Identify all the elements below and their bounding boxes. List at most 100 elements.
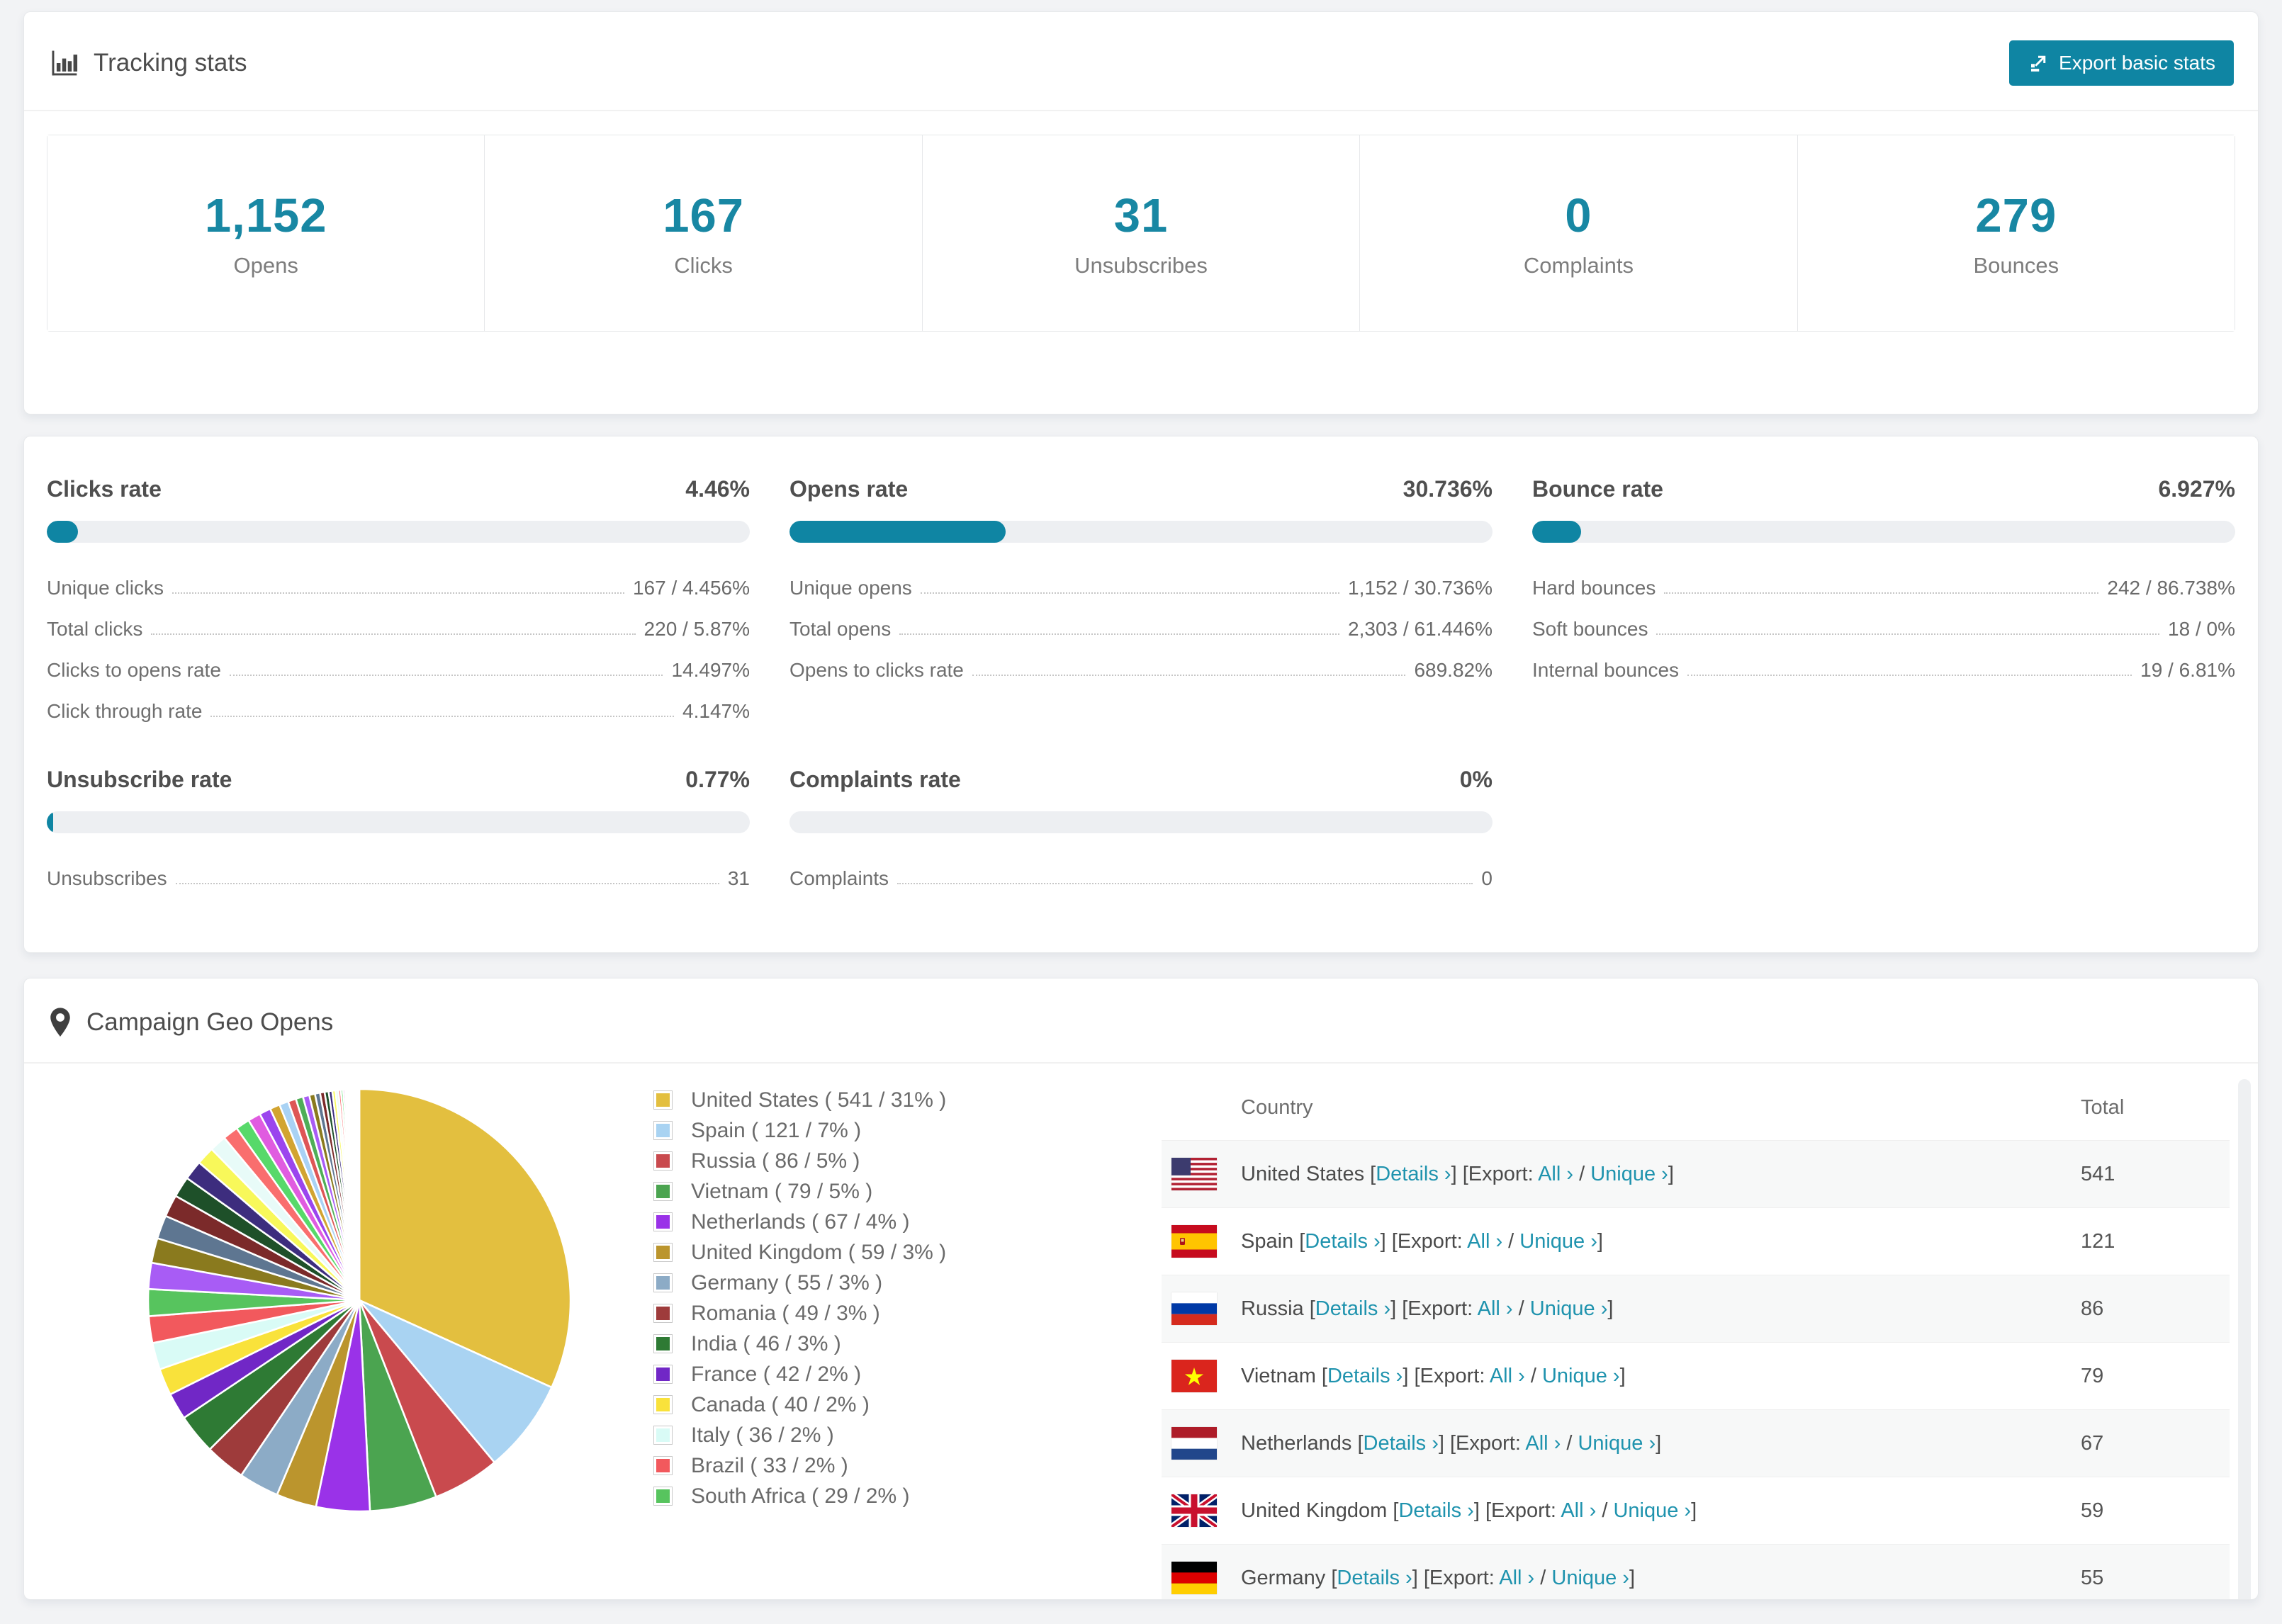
stat-value-opens: 1,152: [204, 188, 327, 242]
country-column-header: Country: [1241, 1095, 1313, 1119]
legend-item-germany[interactable]: Germany ( 55 / 3% ): [653, 1268, 1094, 1298]
country-cell: Netherlands [Details ›] [Export: All › /…: [1241, 1431, 1662, 1455]
progress-bar-complaints-rate: [789, 811, 1493, 833]
es-flag-icon: [1171, 1225, 1217, 1258]
progress-fill: [47, 521, 79, 543]
rate-value: 4.46%: [685, 476, 750, 502]
legend-item-netherlands[interactable]: Netherlands ( 67 / 4% ): [653, 1207, 1094, 1237]
us-flag-icon: [1171, 1158, 1217, 1190]
export-unique-link[interactable]: Unique ›: [1542, 1365, 1620, 1387]
table-row-united-kingdom: United Kingdom [Details ›] [Export: All …: [1162, 1477, 2230, 1544]
legend-label: Netherlands ( 67 / 4% ): [691, 1209, 910, 1234]
export-unique-link[interactable]: Unique ›: [1613, 1499, 1691, 1522]
de-flag-icon: [1171, 1562, 1217, 1594]
country-cell: Russia [Details ›] [Export: All › / Uniq…: [1241, 1297, 1614, 1320]
progress-fill: [789, 521, 1006, 543]
details-link[interactable]: Details ›: [1327, 1365, 1403, 1387]
export-all-link[interactable]: All ›: [1561, 1499, 1596, 1522]
progress-bar-unsubscribe-rate: [47, 811, 750, 833]
metric-value: 2,303 / 61.446%: [1348, 618, 1493, 640]
legend-item-india[interactable]: India ( 46 / 3% ): [653, 1329, 1094, 1359]
nl-flag-icon: [1171, 1427, 1217, 1460]
progress-bar-clicks-rate: [47, 521, 750, 543]
legend-item-france[interactable]: France ( 42 / 2% ): [653, 1359, 1094, 1389]
legend-item-brazil[interactable]: Brazil ( 33 / 2% ): [653, 1450, 1094, 1481]
export-all-link[interactable]: All ›: [1538, 1163, 1573, 1185]
legend-label: Brazil ( 33 / 2% ): [691, 1453, 848, 1477]
legend-swatch: [653, 1243, 673, 1262]
legend-item-spain[interactable]: Spain ( 121 / 7% ): [653, 1115, 1094, 1146]
stats-summary-row: 1,152 Opens 167 Clicks 31 Unsubscribes 0 Compla…: [47, 135, 2235, 332]
dotted-leader: [897, 883, 1473, 884]
legend-item-russia[interactable]: Russia ( 86 / 5% ): [653, 1146, 1094, 1176]
legend-item-south-africa[interactable]: South Africa ( 29 / 2% ): [653, 1481, 1094, 1511]
geo-body: United States ( 541 / 31% ) Spain ( 121 /…: [24, 1064, 2258, 1599]
dotted-leader: [172, 592, 624, 594]
export-all-link[interactable]: All ›: [1525, 1432, 1561, 1455]
dotted-leader: [899, 633, 1340, 635]
export-all-link[interactable]: All ›: [1499, 1567, 1534, 1589]
export-all-link[interactable]: All ›: [1490, 1365, 1525, 1387]
export-basic-stats-button[interactable]: Export basic stats: [2009, 40, 2234, 86]
legend-swatch: [653, 1426, 673, 1445]
details-link[interactable]: Details ›: [1315, 1297, 1390, 1320]
stat-value-bounces: 279: [1975, 188, 2057, 242]
export-unique-link[interactable]: Unique ›: [1551, 1567, 1629, 1589]
legend-label: Italy ( 36 / 2% ): [691, 1423, 834, 1447]
rate-title: Complaints rate: [789, 767, 961, 792]
export-all-link[interactable]: All ›: [1467, 1230, 1502, 1253]
geo-title-wrap: Campaign Geo Opens: [48, 1007, 333, 1038]
legend-label: Romania ( 49 / 3% ): [691, 1301, 880, 1325]
table-row-united-states: United States [Details ›] [Export: All ›…: [1162, 1140, 2230, 1207]
metric-label: Unsubscribes: [47, 867, 167, 889]
legend-swatch: [653, 1304, 673, 1323]
metric-label: Soft bounces: [1532, 618, 1648, 640]
metric-row-click-through-rate: Click through rate 4.147%: [47, 686, 750, 727]
details-link[interactable]: Details ›: [1337, 1567, 1412, 1589]
export-unique-link[interactable]: Unique ›: [1519, 1230, 1597, 1253]
rate-section-opens-rate: Opens rate 30.736% Unique opens 1,152 / 30.…: [789, 476, 1493, 727]
export-unique-link[interactable]: Unique ›: [1578, 1432, 1656, 1455]
details-link[interactable]: Details ›: [1305, 1230, 1380, 1253]
metric-value: 242 / 86.738%: [2107, 577, 2235, 599]
country-cell: Vietnam [Details ›] [Export: All › / Uni…: [1241, 1364, 1626, 1387]
stat-label-clicks: Clicks: [674, 252, 733, 278]
dotted-leader: [1656, 633, 2160, 635]
rate-value: 0%: [1459, 767, 1493, 792]
rates-card: Clicks rate 4.46% Unique clicks 167 / 4.456…: [23, 436, 2259, 953]
ru-flag-icon: [1171, 1292, 1217, 1325]
metric-label: Total opens: [789, 618, 892, 640]
rate-value: 6.927%: [2158, 476, 2235, 502]
progress-bar-opens-rate: [789, 521, 1493, 543]
metric-row-clicks-to-opens-rate: Clicks to opens rate 14.497%: [47, 645, 750, 686]
metric-value: 31: [727, 867, 750, 889]
details-link[interactable]: Details ›: [1376, 1163, 1451, 1185]
export-all-link[interactable]: All ›: [1478, 1297, 1513, 1320]
rate-value: 0.77%: [685, 767, 750, 792]
export-unique-link[interactable]: Unique ›: [1530, 1297, 1608, 1320]
tracking-stats-card: Tracking stats Export basic stats 1,152 O…: [23, 11, 2259, 415]
metric-label: Opens to clicks rate: [789, 659, 964, 681]
legend-swatch: [653, 1090, 673, 1110]
export-icon: [2031, 55, 2046, 72]
stat-label-unsubscribes: Unsubscribes: [1074, 252, 1208, 278]
legend-item-united-states[interactable]: United States ( 541 / 31% ): [653, 1085, 1094, 1115]
metric-row-complaints: Complaints 0: [789, 853, 1493, 894]
country-name: Spain: [1241, 1229, 1300, 1253]
stat-value-unsubscribes: 31: [1113, 188, 1169, 242]
legend-item-united-kingdom[interactable]: United Kingdom ( 59 / 3% ): [653, 1237, 1094, 1268]
legend-item-romania[interactable]: Romania ( 49 / 3% ): [653, 1298, 1094, 1329]
legend-label: France ( 42 / 2% ): [691, 1362, 862, 1386]
details-link[interactable]: Details ›: [1364, 1432, 1439, 1455]
legend-swatch: [653, 1182, 673, 1201]
table-row-germany: Germany [Details ›] [Export: All › / Uni…: [1162, 1544, 2230, 1599]
total-cell: 59: [2081, 1499, 2104, 1522]
country-name: Germany: [1241, 1566, 1332, 1589]
legend-item-canada[interactable]: Canada ( 40 / 2% ): [653, 1389, 1094, 1420]
table-scrollbar[interactable]: [2238, 1079, 2251, 1599]
export-unique-link[interactable]: Unique ›: [1590, 1163, 1668, 1185]
legend-item-vietnam[interactable]: Vietnam ( 79 / 5% ): [653, 1176, 1094, 1207]
legend-item-italy[interactable]: Italy ( 36 / 2% ): [653, 1420, 1094, 1450]
legend-swatch: [653, 1273, 673, 1292]
details-link[interactable]: Details ›: [1398, 1499, 1473, 1522]
